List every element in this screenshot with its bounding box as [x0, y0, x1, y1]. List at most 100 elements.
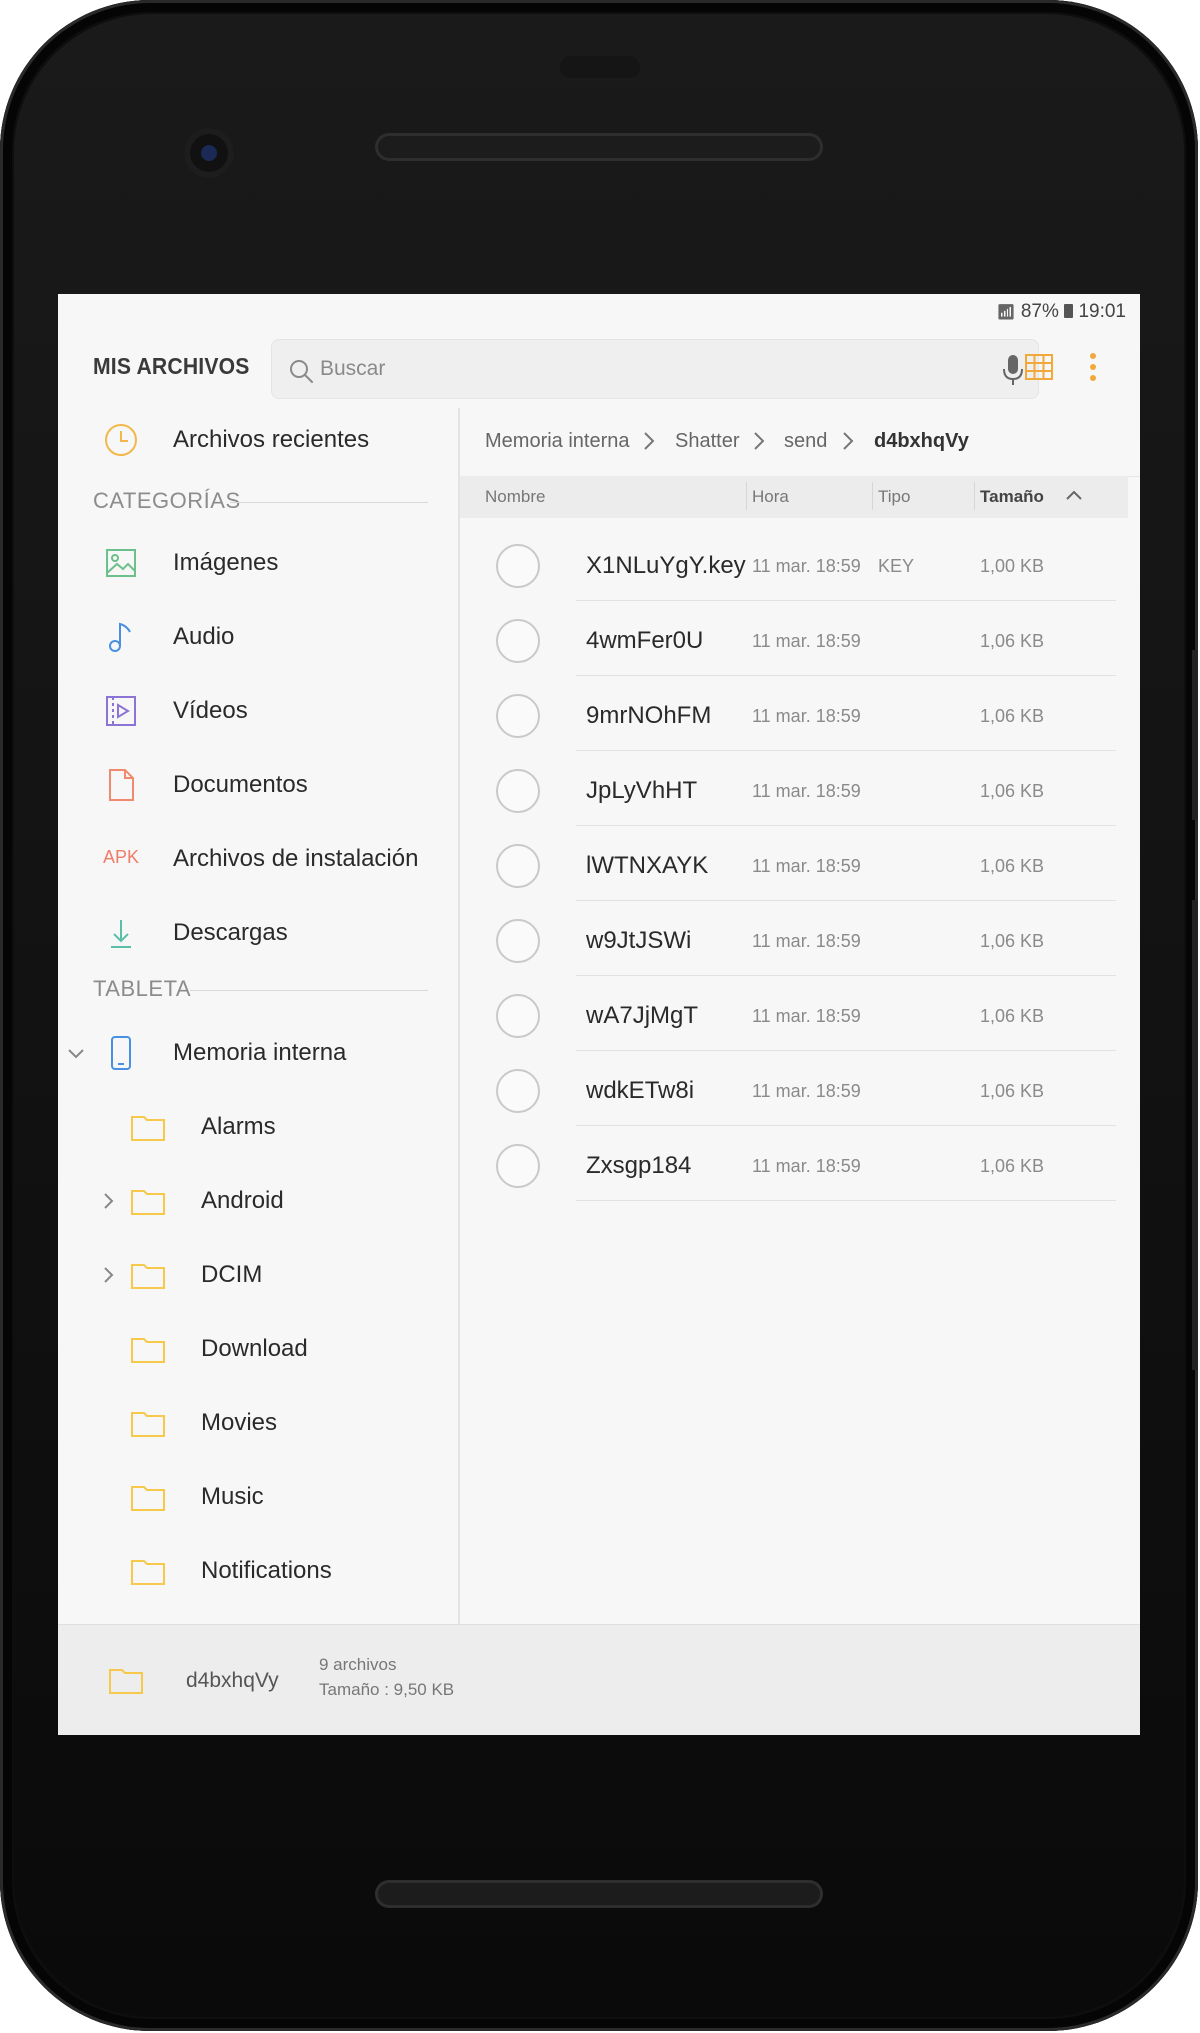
tablet-icon [111, 1036, 131, 1070]
sidebar-folder-alarms[interactable]: Alarms [58, 1095, 458, 1159]
download-icon [111, 920, 131, 948]
select-checkbox[interactable] [496, 694, 540, 738]
file-count: 9 archivos [319, 1655, 397, 1674]
chevron-down-icon[interactable] [66, 1043, 86, 1063]
sidebar-item-images[interactable]: Imágenes [58, 531, 458, 595]
categories-header: CATEGORÍAS [93, 488, 241, 513]
breadcrumb-current: d4bxhqVy [874, 430, 969, 452]
search-box[interactable] [271, 339, 1039, 399]
folder-icon [131, 1486, 165, 1511]
battery-percent: 87% [1020, 301, 1059, 322]
side-button [1192, 900, 1198, 1370]
search-input[interactable] [320, 355, 940, 383]
clock-icon [105, 424, 137, 456]
sidebar-item-downloads[interactable]: Descargas [58, 901, 458, 965]
column-header: Nombre Hora Tipo Tamaño [460, 476, 1128, 518]
sidebar-item-install-files[interactable]: APK Archivos de instalación [58, 827, 458, 891]
row-divider [576, 1200, 1116, 1201]
microphone-icon[interactable] [1000, 353, 1026, 387]
file-name: Zxsgp184 [586, 1152, 692, 1179]
file-size: 1,06 KB [980, 931, 1045, 951]
select-checkbox[interactable] [496, 919, 540, 963]
select-checkbox[interactable] [496, 844, 540, 888]
breadcrumb-item[interactable]: send [784, 430, 827, 453]
file-row[interactable]: 4wmFer0U 11 mar. 18:59 1,06 KB [460, 601, 1140, 676]
sidebar-item-label: Music [201, 1483, 264, 1510]
file-size: 1,06 KB [980, 631, 1045, 651]
column-divider [974, 482, 975, 510]
select-checkbox[interactable] [496, 1069, 540, 1113]
chevron-right-icon [754, 432, 765, 450]
chevron-right-icon[interactable] [98, 1265, 118, 1285]
file-row[interactable]: X1NLuYgY.key 11 mar. 18:59 KEY 1,00 KB [460, 526, 1140, 601]
sidebar-item-label: Memoria interna [173, 1039, 347, 1066]
file-time: 11 mar. 18:59 [752, 1006, 861, 1026]
file-row[interactable]: w9JtJSWi 11 mar. 18:59 1,06 KB [460, 901, 1140, 976]
chevron-right-icon[interactable] [98, 1191, 118, 1211]
sidebar-folder-notifications[interactable]: Notifications [58, 1539, 458, 1603]
select-checkbox[interactable] [496, 544, 540, 588]
file-row[interactable]: wdkETw8i 11 mar. 18:59 1,06 KB [460, 1051, 1140, 1126]
file-time: 11 mar. 18:59 [752, 931, 861, 951]
sidebar-folder-dcim[interactable]: DCIM [58, 1243, 458, 1307]
file-row[interactable]: JpLyVhHT 11 mar. 18:59 1,06 KB [460, 751, 1140, 826]
breadcrumb-item[interactable]: Shatter [675, 430, 739, 453]
folder-icon [131, 1190, 165, 1215]
file-name: wdkETw8i [586, 1077, 695, 1104]
sidebar-item-label: DCIM [201, 1261, 263, 1288]
sidebar-folder-android[interactable]: Android [58, 1169, 458, 1233]
more-options-icon[interactable] [1086, 350, 1100, 384]
file-time: 11 mar. 18:59 [752, 1156, 861, 1176]
column-type[interactable]: Tipo [878, 487, 910, 507]
sidebar-item-audio[interactable]: Audio [58, 605, 458, 669]
divider [190, 990, 428, 991]
select-checkbox[interactable] [496, 1144, 540, 1188]
sort-ascending-icon[interactable] [1065, 488, 1083, 502]
video-icon [106, 696, 136, 726]
column-size[interactable]: Tamaño [980, 487, 1044, 507]
sidebar-item-label: Vídeos [173, 697, 248, 724]
select-checkbox[interactable] [496, 769, 540, 813]
sidebar-item-documents[interactable]: Documentos [58, 753, 458, 817]
folder-icon [131, 1264, 165, 1289]
select-checkbox[interactable] [496, 619, 540, 663]
file-size: 1,06 KB [980, 706, 1045, 726]
folder-icon [131, 1116, 165, 1141]
file-name: X1NLuYgY.key [586, 552, 746, 579]
folder-icon [131, 1560, 165, 1585]
search-icon [290, 360, 313, 383]
front-camera [184, 128, 234, 178]
file-row[interactable]: wA7JjMgT 11 mar. 18:59 1,06 KB [460, 976, 1140, 1051]
file-name: lWTNXAYK [586, 852, 709, 879]
top-speaker [375, 133, 823, 161]
sidebar-folder-movies[interactable]: Movies [58, 1391, 458, 1455]
sidebar-item-internal-storage[interactable]: Memoria interna [58, 1021, 458, 1085]
column-divider [872, 482, 873, 510]
folder-info-bar: d4bxhqVy 9 archivos Tamaño : 9,50 KB [58, 1624, 1140, 1735]
battery-icon [1064, 304, 1074, 318]
file-time: 11 mar. 18:59 [752, 856, 861, 876]
breadcrumb-item[interactable]: Memoria interna [485, 430, 630, 453]
file-size: 1,06 KB [980, 781, 1045, 801]
sidebar-folder-download[interactable]: Download [58, 1317, 458, 1381]
file-time: 11 mar. 18:59 [752, 706, 861, 726]
document-icon [109, 769, 134, 801]
folder-icon [109, 1669, 143, 1694]
column-name[interactable]: Nombre [485, 487, 545, 507]
column-time[interactable]: Hora [752, 487, 789, 507]
sidebar-item-recent[interactable]: Archivos recientes [58, 408, 458, 472]
grid-view-icon[interactable] [1024, 352, 1054, 382]
file-row[interactable]: lWTNXAYK 11 mar. 18:59 1,06 KB [460, 826, 1140, 901]
sidebar-folder-music[interactable]: Music [58, 1465, 458, 1529]
select-checkbox[interactable] [496, 994, 540, 1038]
file-row[interactable]: Zxsgp184 11 mar. 18:59 1,06 KB [460, 1126, 1140, 1201]
file-row[interactable]: 9mrNOhFM 11 mar. 18:59 1,06 KB [460, 676, 1140, 751]
file-name: wA7JjMgT [586, 1002, 699, 1029]
sidebar-item-label: Android [201, 1187, 284, 1214]
tablet-header: TABLETA [93, 976, 192, 1001]
image-icon [106, 549, 136, 577]
sidebar-item-videos[interactable]: Vídeos [58, 679, 458, 743]
sidebar-item-label: Archivos de instalación [173, 845, 419, 872]
sidebar-item-label: Audio [173, 623, 235, 650]
column-divider [746, 482, 747, 510]
